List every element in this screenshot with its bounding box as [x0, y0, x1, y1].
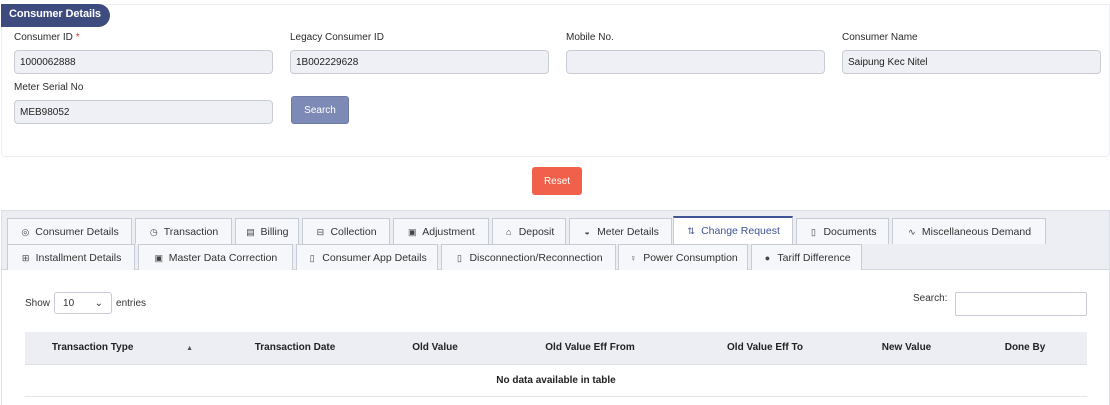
consumer-id-input[interactable] [14, 50, 273, 74]
entries-label: entries [116, 297, 147, 309]
table-header-row: Transaction Type ▲ Transaction Date Old … [25, 332, 1087, 365]
table-search-label: Search: [913, 293, 948, 304]
consumer-page: Consumer Details Consumer ID * Legacy Co… [0, 0, 1110, 405]
meter-serial-no-field: Meter Serial No [14, 81, 273, 124]
id-card-icon: ▣ [154, 252, 163, 263]
legacy-consumer-id-field: Legacy Consumer ID [290, 31, 549, 74]
meter-serial-no-input[interactable] [14, 100, 273, 124]
mobile-no-label: Mobile No. [566, 32, 614, 43]
dot-icon: ● [764, 252, 771, 263]
pulse-icon: ∿ [908, 226, 916, 237]
tab-adjustment[interactable]: ▣ Adjustment [393, 218, 489, 244]
bank-icon: ⌂ [505, 226, 512, 237]
consumer-id-label: Consumer ID [14, 32, 73, 43]
bar-chart-icon: ▤ [246, 226, 255, 237]
sort-icon: ▲ [186, 345, 194, 353]
column-header[interactable]: Old Value Eff From [500, 332, 680, 365]
document-icon: ▯ [810, 226, 816, 237]
image-box-icon: ▣ [407, 226, 417, 237]
mobile-no-field: Mobile No. [566, 31, 825, 74]
clock-icon: ◷ [149, 226, 158, 237]
required-mark: * [75, 32, 80, 43]
tab-transaction[interactable]: ◷ Transaction [135, 218, 232, 244]
section-title: Consumer Details [1, 4, 110, 27]
consumer-id-field: Consumer ID * [14, 31, 273, 74]
tab-billing[interactable]: ▤ Billing [235, 218, 299, 244]
change-request-table: Transaction Type ▲ Transaction Date Old … [25, 332, 1087, 397]
column-header[interactable]: Old Value [370, 332, 500, 365]
calculator-icon: ⊞ [21, 252, 30, 263]
consumer-details-card: Consumer Details Consumer ID * Legacy Co… [1, 4, 1110, 157]
reset-button[interactable]: Reset [532, 167, 582, 195]
tab-meter-details[interactable]: ◒ Meter Details [569, 218, 672, 244]
legacy-consumer-id-label: Legacy Consumer ID [290, 32, 384, 43]
bulb-icon: ♀ [629, 252, 637, 263]
tab-tariff-difference[interactable]: ● Tariff Difference [751, 244, 862, 270]
target-icon: ◎ [21, 226, 30, 237]
consumer-name-input[interactable] [842, 50, 1101, 74]
tab-change-request[interactable]: ⇅ Change Request [673, 216, 793, 244]
tab-master-data-correction[interactable]: ▣ Master Data Correction [138, 244, 293, 270]
page-length-control: Show 10 ⌄ entries [25, 292, 146, 314]
gauge-icon: ◒ [584, 226, 590, 237]
column-header[interactable]: Transaction Date [220, 332, 370, 365]
show-label: Show [25, 297, 51, 309]
column-header[interactable]: Old Value Eff To [680, 332, 850, 365]
tab-bar: ◎ Consumer Details ◷ Transaction ▤ Billi… [2, 211, 1109, 270]
tab-collection[interactable]: ⊟ Collection [302, 218, 390, 244]
consumer-name-field: Consumer Name [842, 31, 1101, 74]
table-row: No data available in table [25, 364, 1087, 397]
pull-request-icon: ⇅ [687, 226, 695, 236]
tab-power-consumption[interactable]: ♀ Power Consumption [618, 244, 748, 270]
column-header[interactable]: Transaction Type ▲ [25, 332, 220, 365]
chevron-down-icon: ⌄ [94, 297, 104, 309]
tab-consumer-app-details[interactable]: ▯ Consumer App Details [296, 244, 438, 270]
tab-disconnection-reconnection[interactable]: ▯ Disconnection/Reconnection [441, 244, 616, 270]
tab-documents[interactable]: ▯ Documents [796, 218, 889, 244]
table-search-input[interactable] [955, 292, 1087, 316]
column-header[interactable]: Done By [963, 332, 1087, 365]
column-header[interactable]: New Value [850, 332, 963, 365]
legacy-consumer-id-input[interactable] [290, 50, 549, 74]
tab-deposit[interactable]: ⌂ Deposit [492, 218, 566, 244]
tab-miscellaneous-demand[interactable]: ∿ Miscellaneous Demand [892, 218, 1046, 244]
search-button[interactable]: Search [291, 96, 349, 124]
empty-table-message: No data available in table [25, 364, 1087, 397]
mobile-icon: ▯ [309, 252, 315, 263]
list-box-icon: ⊟ [316, 226, 325, 237]
tab-consumer-details[interactable]: ◎ Consumer Details [7, 218, 132, 244]
tab-installment-details[interactable]: ⊞ Installment Details [7, 244, 135, 270]
meter-serial-no-label: Meter Serial No [14, 82, 84, 93]
mobile-icon: ▯ [456, 252, 462, 263]
entries-select[interactable]: 10 ⌄ [54, 292, 113, 314]
mobile-no-input[interactable] [566, 50, 825, 74]
consumer-name-label: Consumer Name [842, 32, 918, 43]
